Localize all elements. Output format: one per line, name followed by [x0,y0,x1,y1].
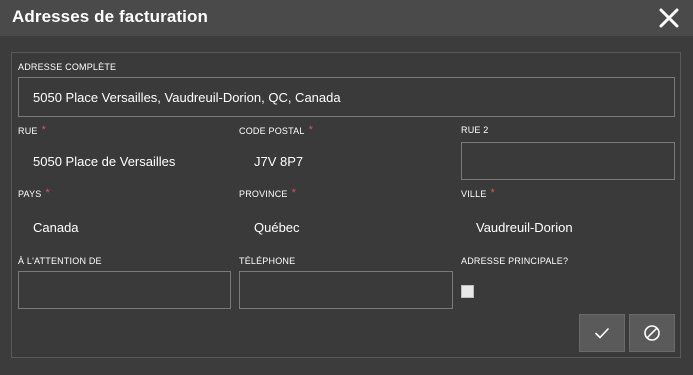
cancel-circle-icon [644,325,660,341]
city-required-marker: * [490,187,496,199]
attention-field[interactable] [18,271,231,309]
street-label-text: RUE [18,126,38,136]
street2-field[interactable] [461,142,675,180]
primary-address-label: ADRESSE PRINCIPALE? [461,256,569,266]
street-label: RUE * [18,124,47,137]
phone-field[interactable] [239,271,453,309]
country-required-marker: * [45,187,50,199]
city-label: VILLE * [461,187,496,200]
city-value[interactable]: Vaudreuil-Dorion [476,220,573,235]
attention-label: À L'ATTENTION DE [18,256,102,266]
province-value[interactable]: Québec [254,220,300,235]
country-value[interactable]: Canada [33,220,79,235]
phone-label: TÉLÉPHONE [239,256,296,266]
province-label-text: PROVINCE [239,189,288,199]
confirm-button[interactable] [579,314,625,352]
street2-label: RUE 2 [461,125,489,135]
address-form-panel: ADRESSE COMPLÈTE 5050 Place Versailles, … [11,52,681,358]
dialog-titlebar: Adresses de facturation [0,0,693,36]
postal-code-label: CODE POSTAL * [239,124,314,137]
province-required-marker: * [291,187,297,199]
billing-address-dialog: Adresses de facturation ADRESSE COMPLÈTE… [0,0,693,375]
street-value[interactable]: 5050 Place de Versailles [33,154,175,169]
city-label-text: VILLE [461,189,487,199]
full-address-value: 5050 Place Versailles, Vaudreuil-Dorion,… [33,89,341,105]
checkmark-icon [595,328,609,339]
postal-code-label-text: CODE POSTAL [239,126,305,136]
postal-code-value[interactable]: J7V 8P7 [254,154,303,169]
primary-address-checkbox[interactable] [461,285,474,298]
postal-code-required-marker: * [308,124,314,136]
full-address-field[interactable]: 5050 Place Versailles, Vaudreuil-Dorion,… [18,77,675,117]
street-required-marker: * [41,124,47,136]
cancel-button[interactable] [629,314,675,352]
province-label: PROVINCE * [239,187,297,200]
dialog-title: Adresses de facturation [12,7,208,26]
country-label-text: PAYS [18,189,42,199]
close-icon[interactable] [656,5,682,31]
full-address-label: ADRESSE COMPLÈTE [18,62,117,72]
country-label: PAYS * [18,187,50,200]
